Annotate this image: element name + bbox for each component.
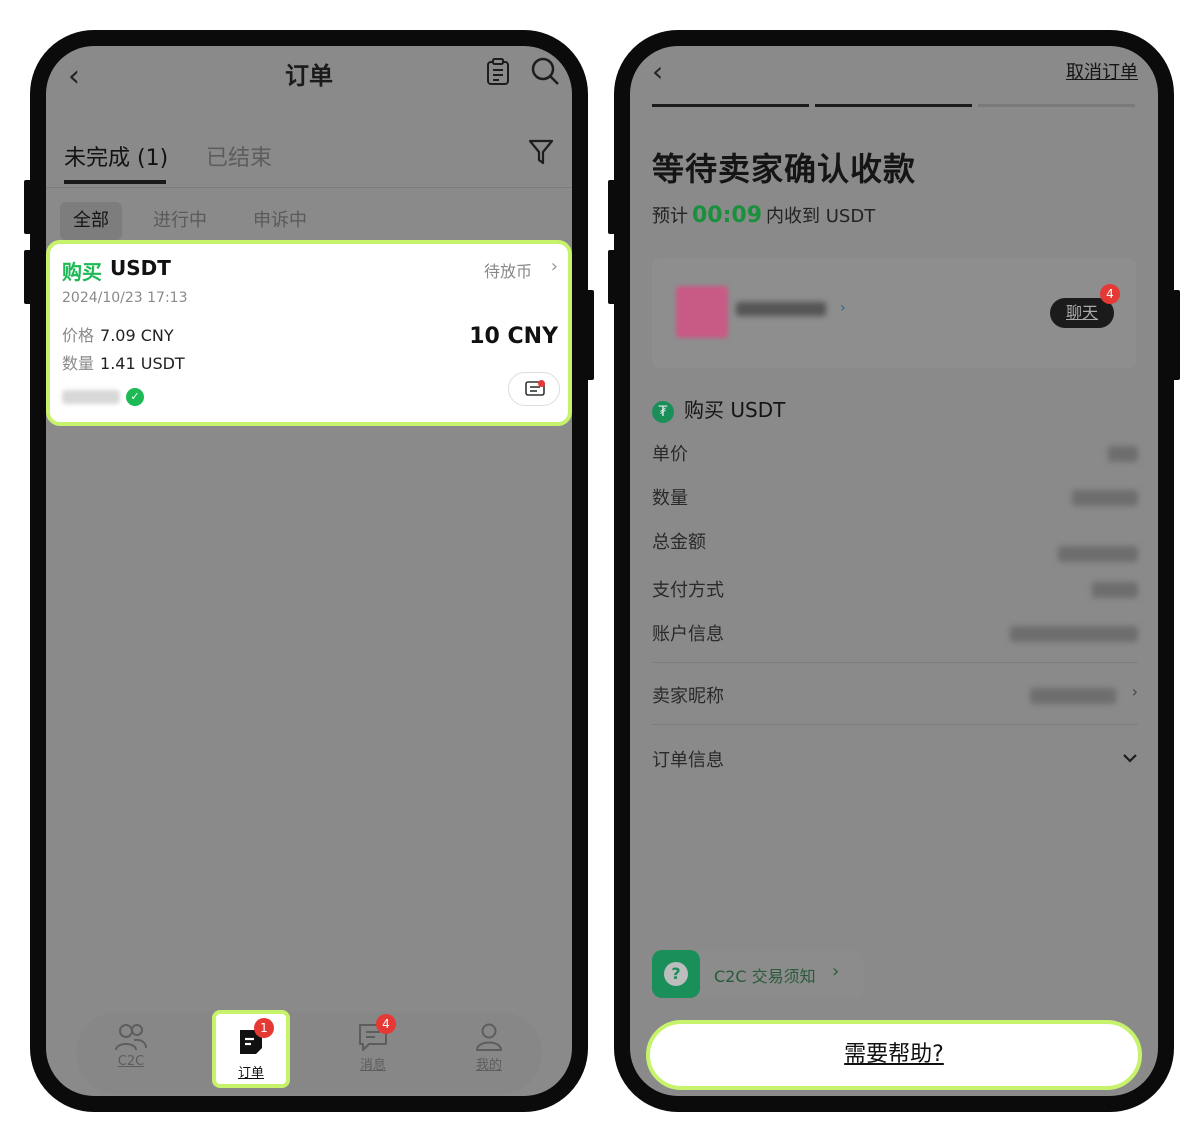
seller-name-blurred <box>62 390 120 404</box>
tab-incomplete[interactable]: 未完成 (1) <box>64 140 168 172</box>
order-quantity: 数量 1.41 USDT <box>62 350 185 374</box>
account-info-value-blurred <box>1010 626 1138 642</box>
order-price: 价格 7.09 CNY <box>62 322 174 346</box>
eta-timer: 00:09 <box>692 203 763 228</box>
trade-summary: ₮ 购买 USDT <box>652 394 785 423</box>
order-timestamp: 2024/10/23 17:13 <box>62 290 188 306</box>
status-heading: 等待卖家确认收款 <box>652 150 917 188</box>
tether-icon: ₮ <box>652 400 674 423</box>
order-coin: USDT <box>110 256 171 280</box>
payment-method-value-blurred <box>1092 582 1138 598</box>
filter-icon[interactable] <box>528 138 554 166</box>
eta-prefix: 预计 <box>652 206 688 227</box>
orders-screen: ‹ 订单 未完成 (1) 已结束 全部 进行中 申诉中 购买 USDT 待放币 … <box>46 46 572 1096</box>
divider <box>652 724 1138 725</box>
phone-left: ‹ 订单 未完成 (1) 已结束 全部 进行中 申诉中 购买 USDT 待放币 … <box>30 30 588 1112</box>
clipboard-icon[interactable] <box>486 58 510 86</box>
total-amount-value-blurred <box>1058 546 1138 562</box>
chevron-right-icon: › <box>1131 682 1138 701</box>
quantity-value-blurred <box>1072 490 1138 506</box>
order-chat-button[interactable] <box>508 372 560 406</box>
chevron-right-icon: › <box>832 961 840 982</box>
unit-price-value-blurred <box>1108 446 1138 462</box>
seller-nickname-row[interactable]: 卖家昵称 › <box>652 682 1138 710</box>
unit-price-label: 单价 <box>652 444 688 465</box>
chip-in-appeal[interactable]: 申诉中 <box>240 202 320 240</box>
help-icon-tile: ? <box>652 950 700 998</box>
seller-nickname-value-blurred <box>1030 688 1116 704</box>
quantity-row: 数量 <box>652 484 1138 512</box>
unread-dot <box>538 380 545 387</box>
price-label: 价格 <box>62 326 95 345</box>
nav-orders[interactable]: 1 订单 <box>212 1010 290 1088</box>
phone-right: ‹ 取消订单 等待卖家确认收款 预计 00:09 内收到 USDT › 聊天 4 ₮… <box>614 30 1174 1112</box>
order-info-row[interactable]: 订单信息 <box>652 746 1138 774</box>
nav-c2c[interactable]: C2C <box>96 1022 166 1069</box>
seller-tag-icon: › <box>840 300 846 316</box>
nav-messages[interactable]: 消息 4 <box>338 1014 408 1073</box>
avatar <box>676 286 728 338</box>
tab-completed[interactable]: 已结束 <box>206 140 272 172</box>
unit-price-row: 单价 <box>652 440 1138 468</box>
order-total: 10 CNY <box>469 324 558 349</box>
c2c-notice-label: C2C 交易须知 <box>714 967 816 986</box>
nav-profile-label: 我的 <box>475 1058 502 1073</box>
chevron-right-icon: › <box>550 256 558 277</box>
seller-name-blurred <box>736 302 826 316</box>
order-progress <box>652 104 1136 107</box>
verified-badge-icon: ✓ <box>126 388 144 406</box>
bottom-nav: C2C 消息 4 我的 <box>76 1012 542 1094</box>
nav-profile[interactable]: 我的 <box>454 1022 524 1073</box>
order-card[interactable]: 购买 USDT 待放币 › 2024/10/23 17:13 价格 7.09 CN… <box>46 240 572 426</box>
seller-card: › 聊天 4 <box>652 258 1136 368</box>
account-info-row: 账户信息 <box>652 620 1138 648</box>
trade-summary-label: 购买 USDT <box>684 398 786 422</box>
back-chevron-icon[interactable]: ‹ <box>652 58 663 86</box>
account-info-label: 账户信息 <box>652 624 724 645</box>
seller-nickname-label: 卖家昵称 <box>652 686 724 707</box>
users-icon <box>115 1024 147 1051</box>
need-help-button[interactable]: 需要帮助? <box>646 1020 1142 1090</box>
progress-step-2 <box>815 104 972 107</box>
search-icon[interactable] <box>530 56 560 86</box>
order-status: 待放币 <box>483 262 532 281</box>
quantity-label: 数量 <box>62 354 95 373</box>
chat-badge: 4 <box>1100 284 1120 304</box>
tab-active-indicator <box>64 180 166 184</box>
progress-step-1 <box>652 104 809 107</box>
progress-step-3 <box>978 104 1135 107</box>
order-info-label: 订单信息 <box>652 750 724 771</box>
payment-method-label: 支付方式 <box>652 580 724 601</box>
order-detail-screen: ‹ 取消订单 等待卖家确认收款 预计 00:09 内收到 USDT › 聊天 4 ₮… <box>630 46 1158 1096</box>
quantity-label: 数量 <box>652 488 688 509</box>
price-value: 7.09 CNY <box>100 326 174 345</box>
eta-suffix: 内收到 USDT <box>766 206 876 227</box>
total-amount-label: 总金额 <box>652 532 706 553</box>
top-nav: ‹ 订单 <box>46 46 572 116</box>
quantity-value: 1.41 USDT <box>100 354 185 373</box>
orders-badge: 1 <box>254 1018 274 1038</box>
messages-badge: 4 <box>376 1014 396 1034</box>
question-icon: ? <box>664 962 688 986</box>
total-amount-row: 总金额 <box>652 528 1138 562</box>
nav-messages-label: 消息 <box>359 1058 386 1073</box>
order-tabs: 未完成 (1) 已结束 <box>46 128 572 188</box>
chevron-down-icon <box>1123 754 1137 763</box>
profile-icon <box>476 1023 502 1051</box>
payment-method-row: 支付方式 <box>652 576 1138 604</box>
divider <box>652 662 1138 663</box>
eta-line: 预计 00:09 内收到 USDT <box>652 202 875 228</box>
nav-c2c-label: C2C <box>117 1054 145 1069</box>
chip-all[interactable]: 全部 <box>60 202 122 240</box>
order-side: 购买 <box>62 260 102 284</box>
c2c-notice-link[interactable]: ? C2C 交易须知 › <box>652 950 864 998</box>
cancel-order-link[interactable]: 取消订单 <box>1066 58 1138 84</box>
chip-in-progress[interactable]: 进行中 <box>140 202 220 240</box>
nav-orders-label: 订单 <box>237 1066 264 1081</box>
